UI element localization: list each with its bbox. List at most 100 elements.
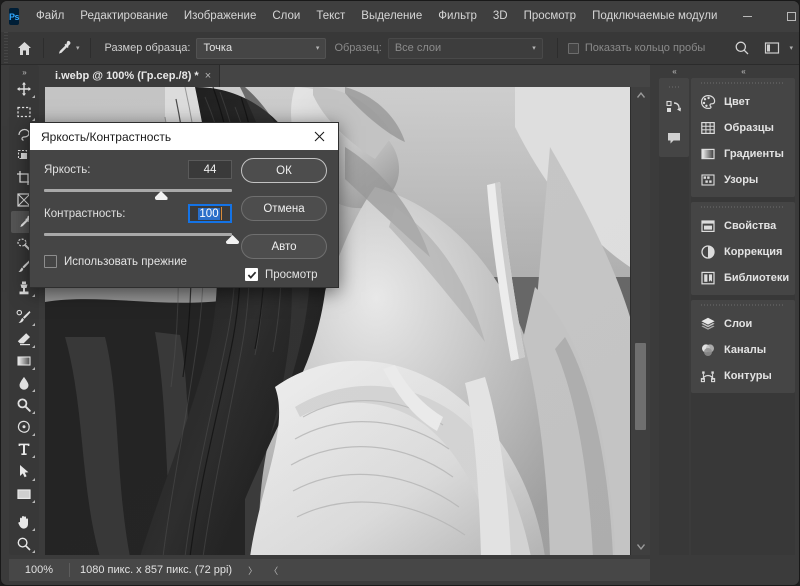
menu-item-plugins[interactable]: Подключаемые модули	[584, 1, 725, 32]
scroll-down-arrow-icon[interactable]	[631, 539, 651, 555]
tool-history-brush[interactable]	[11, 306, 37, 328]
panel-item-channels[interactable]: Каналы	[691, 337, 795, 363]
tool-dodge[interactable]	[11, 394, 37, 416]
window-controls	[725, 1, 799, 32]
panel-grip[interactable]	[701, 78, 785, 87]
sample-select[interactable]: Все слои ▾	[387, 37, 543, 59]
scrollbar-thumb[interactable]	[634, 342, 646, 430]
slider-track[interactable]	[44, 233, 232, 236]
divider	[43, 38, 44, 58]
show-sampling-ring-checkbox[interactable]: Показать кольцо пробы	[567, 42, 705, 54]
tool-pen[interactable]	[11, 416, 37, 438]
tool-corner-icon	[32, 95, 35, 99]
menu-item-select[interactable]: Выделение	[353, 1, 430, 32]
menu-item-text[interactable]: Текст	[308, 1, 353, 32]
menu-item-3d[interactable]: 3D	[485, 1, 516, 32]
close-icon[interactable]: ×	[205, 70, 211, 82]
ok-button-label: ОК	[276, 164, 292, 177]
tool-marquee[interactable]	[11, 100, 37, 122]
auto-button[interactable]: Авто	[241, 234, 327, 259]
document-tab[interactable]: i.webp @ 100% (Гр.сер./8) * ×	[45, 65, 221, 87]
checkbox-box	[44, 255, 57, 268]
tool-eraser[interactable]	[11, 328, 37, 350]
panel-item-color[interactable]: Цвет	[691, 89, 795, 115]
dialog-close-button[interactable]	[300, 123, 338, 150]
panel-grip[interactable]	[701, 300, 785, 309]
swatches-icon	[700, 120, 716, 136]
cancel-button[interactable]: Отмена	[241, 196, 327, 221]
contrast-value: 100	[198, 207, 220, 220]
chevron-down-icon[interactable]: ▾	[76, 44, 80, 52]
auto-button-label: Авто	[271, 240, 297, 253]
tool-blur[interactable]	[11, 372, 37, 394]
chevron-down-icon[interactable]: ▾	[789, 44, 793, 52]
panel-item-libraries[interactable]: Библиотеки	[691, 265, 795, 291]
status-next-arrow-icon[interactable]: 〉	[242, 564, 263, 577]
search-icon[interactable]	[729, 35, 755, 61]
panel-item-layers[interactable]: Слои	[691, 311, 795, 337]
menu-item-edit[interactable]: Редактирование	[72, 1, 176, 32]
current-tool-eyedropper[interactable]: ▾	[50, 35, 84, 61]
history-panel-icon-button[interactable]	[659, 93, 689, 123]
sample-size-select[interactable]: Точка ▾	[196, 37, 327, 59]
ok-button[interactable]: ОК	[241, 158, 327, 183]
menu-item-view[interactable]: Просмотр	[516, 1, 585, 32]
panel-grip[interactable]	[701, 202, 785, 211]
options-bar: ▾ Размер образца: Точка ▾ Образец: Все с…	[1, 31, 799, 65]
tool-rectangle[interactable]	[11, 483, 37, 505]
slider-track[interactable]	[44, 189, 232, 192]
tool-move[interactable]	[11, 78, 37, 100]
collapse-panel-rail-button[interactable]: «	[691, 65, 795, 78]
brightness-slider-handle[interactable]	[154, 191, 168, 200]
menu-item-filter[interactable]: Фильтр	[430, 1, 485, 32]
panel-item-label: Градиенты	[724, 148, 784, 160]
cancel-button-label: Отмена	[263, 202, 305, 215]
use-legacy-checkbox[interactable]: Использовать прежние	[44, 255, 187, 268]
menu-item-layers[interactable]: Слои	[264, 1, 308, 32]
menu-item-file[interactable]: Файл	[28, 1, 72, 32]
contrast-input[interactable]: 100	[188, 204, 232, 223]
tool-corner-icon	[32, 322, 35, 326]
comments-panel-icon-button[interactable]	[659, 123, 689, 153]
photoshop-window: Ps Файл Редактирование Изображение Слои …	[0, 0, 800, 586]
panel-item-gradients[interactable]: Градиенты	[691, 141, 795, 167]
tool-path-selection[interactable]	[11, 460, 37, 482]
panel-item-adjustments[interactable]: Коррекция	[691, 239, 795, 265]
panel-item-patterns[interactable]: Узоры	[691, 167, 795, 193]
home-icon[interactable]	[11, 35, 37, 61]
menu-item-image[interactable]: Изображение	[176, 1, 264, 32]
tool-hand[interactable]	[11, 511, 37, 533]
scroll-up-arrow-icon[interactable]	[631, 87, 651, 103]
tool-gradient[interactable]	[11, 350, 37, 372]
panel-item-properties[interactable]: Свойства	[691, 213, 795, 239]
checkbox-box	[567, 42, 579, 54]
contrast-slider-handle[interactable]	[226, 235, 239, 244]
brightness-input[interactable]: 44	[188, 160, 232, 179]
brightness-slider[interactable]	[44, 188, 232, 200]
dialog-title-bar[interactable]: Яркость/Контрастность	[30, 123, 338, 150]
panel-group-properties: Свойства Коррекция Библиотеки	[691, 202, 795, 295]
tool-corner-icon	[32, 294, 35, 298]
document-dimensions: 1080 пикс. x 857 пикс. (72 ppi)	[80, 564, 233, 576]
app-logo-icon: Ps	[9, 8, 20, 25]
sample-label: Образец:	[334, 42, 382, 54]
tool-corner-icon	[32, 550, 35, 554]
collapse-narrow-rail-button[interactable]: «	[659, 65, 689, 78]
panel-item-swatches[interactable]: Образцы	[691, 115, 795, 141]
options-bar-grip[interactable]	[1, 31, 11, 65]
canvas-vertical-scrollbar[interactable]	[630, 87, 650, 555]
tool-type[interactable]	[11, 438, 37, 460]
expand-toolbar-button[interactable]: »	[9, 66, 39, 78]
minimize-button[interactable]	[725, 1, 769, 32]
scrollbar-track[interactable]	[631, 103, 651, 539]
panel-item-paths[interactable]: Контуры	[691, 363, 795, 389]
zoom-level[interactable]: 100%	[9, 564, 69, 576]
workspace-icon[interactable]	[759, 35, 785, 61]
tool-corner-icon	[32, 411, 35, 415]
status-prev-arrow-icon[interactable]: 〈	[263, 564, 284, 577]
tool-zoom[interactable]	[11, 533, 37, 555]
panel-grip[interactable]	[669, 82, 679, 91]
contrast-slider[interactable]	[44, 232, 239, 244]
maximize-button[interactable]	[769, 1, 799, 32]
preview-checkbox[interactable]: Просмотр	[245, 268, 318, 281]
